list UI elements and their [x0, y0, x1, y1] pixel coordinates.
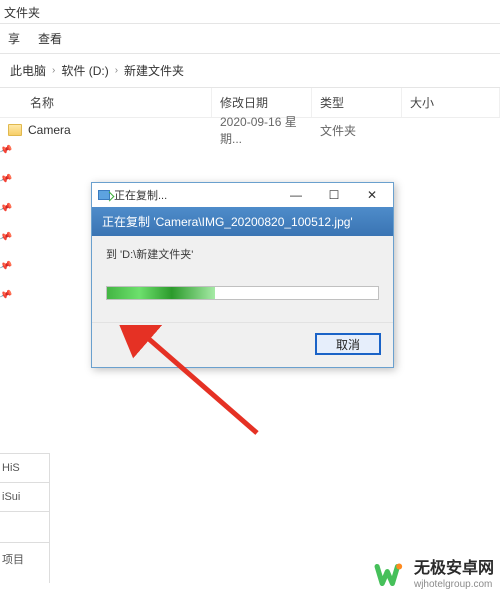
pin-icon: 📌 [0, 172, 13, 187]
copy-icon [98, 190, 110, 200]
pin-icon: 📌 [0, 143, 13, 158]
dialog-title: 正在复制... [114, 187, 167, 203]
pin-icon: 📌 [0, 201, 13, 216]
logo-icon [372, 558, 406, 592]
chevron-right-icon: › [52, 65, 55, 76]
breadcrumb-seg-folder[interactable]: 新建文件夹 [124, 62, 184, 79]
sidebar-item[interactable]: iSui [0, 483, 49, 511]
cancel-button[interactable]: 取消 [315, 333, 381, 355]
dialog-footer: 取消 [92, 322, 393, 367]
watermark-title: 无极安卓网 [414, 561, 494, 577]
watermark: 无极安卓网 wjhotelgroup.com [372, 558, 494, 592]
menu-bar: 享 查看 [0, 24, 500, 54]
menu-share[interactable]: 享 [8, 30, 20, 47]
dialog-body: 到 'D:\新建文件夹' [92, 236, 393, 304]
dialog-banner: 正在复制 'Camera\IMG_20200820_100512.jpg' [92, 207, 393, 236]
progress-fill [107, 287, 215, 299]
maximize-button[interactable]: ☐ [315, 185, 353, 205]
minimize-button[interactable]: — [277, 185, 315, 205]
breadcrumb[interactable]: 此电脑 › 软件 (D:) › 新建文件夹 [0, 54, 500, 88]
sidebar-item[interactable]: 项目 [0, 542, 49, 575]
pin-icon: 📌 [0, 259, 13, 274]
breadcrumb-seg-pc[interactable]: 此电脑 [10, 62, 46, 79]
column-name[interactable]: 名称 [0, 88, 212, 117]
row-name: Camera [28, 123, 71, 137]
chevron-right-icon: › [115, 65, 118, 76]
window-title: 文件夹 [4, 6, 40, 20]
sidebar-item[interactable]: HiS [0, 454, 49, 482]
sidebar-bottom: HiS iSui 项目 [0, 453, 50, 583]
quick-access-pins: 📌 📌 📌 📌 📌 📌 [0, 145, 10, 301]
column-type[interactable]: 类型 [312, 88, 402, 117]
watermark-url: wjhotelgroup.com [414, 580, 492, 590]
row-size [402, 126, 500, 134]
pin-icon: 📌 [0, 230, 13, 245]
copy-dialog: 正在复制... — ☐ ✕ 正在复制 'Camera\IMG_20200820_… [91, 182, 394, 368]
close-button[interactable]: ✕ [353, 185, 391, 205]
folder-icon [8, 124, 22, 136]
menu-view[interactable]: 查看 [38, 30, 62, 47]
destination-text: 到 'D:\新建文件夹' [106, 246, 379, 262]
column-size[interactable]: 大小 [402, 88, 500, 117]
dialog-title-bar[interactable]: 正在复制... — ☐ ✕ [92, 183, 393, 207]
window-title-bar: 文件夹 [0, 0, 500, 24]
pin-icon: 📌 [0, 288, 13, 303]
breadcrumb-seg-drive[interactable]: 软件 (D:) [61, 62, 108, 79]
row-date: 2020-09-16 星期... [212, 109, 312, 151]
row-type: 文件夹 [312, 118, 402, 143]
table-row[interactable]: Camera 2020-09-16 星期... 文件夹 [0, 118, 500, 142]
progress-bar [106, 286, 379, 300]
